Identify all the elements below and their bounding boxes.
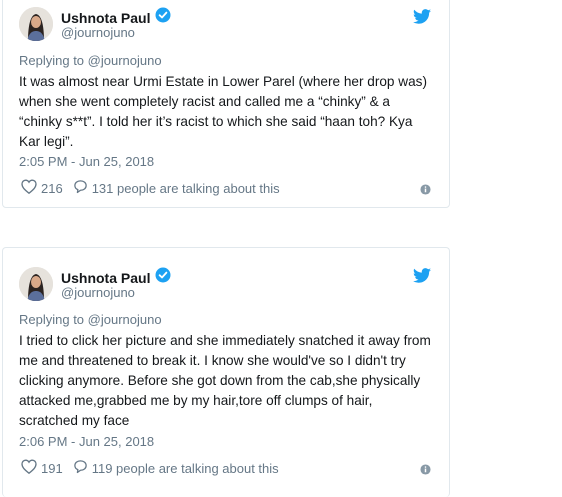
replying-to[interactable]: Replying to @journojuno [19,53,162,68]
twitter-bird-icon[interactable] [413,268,431,283]
heart-icon [21,459,37,477]
reply-bubble-icon [73,179,88,197]
tweet-text: I tried to click her picture and she imm… [19,333,431,428]
avatar[interactable] [19,7,53,41]
tweet-card: Ushnota Paul @journojuno Replying to @jo… [2,0,450,208]
replying-to[interactable]: Replying to @journojuno [19,312,162,327]
info-icon[interactable] [420,463,431,475]
tweet-actions: 191 119 people are talking about this [21,459,431,477]
display-name[interactable]: Ushnota Paul [61,270,150,286]
info-icon[interactable] [420,183,431,195]
handle[interactable]: @journojuno [61,285,135,300]
tweet-actions: 216 131 people are talking about this [21,179,431,197]
reply-bubble-icon [73,459,88,477]
like-count: 216 [41,180,63,196]
like-button[interactable]: 191 [21,459,63,477]
timestamp[interactable]: 2:06 PM - Jun 25, 2018 [19,434,154,449]
talking-count: 119 people are talking about this [91,460,279,476]
conversation-link[interactable]: 131 people are talking about this [73,179,280,197]
timestamp[interactable]: 2:05 PM - Jun 25, 2018 [19,154,154,169]
heart-icon [21,179,37,197]
avatar[interactable] [19,267,53,301]
handle[interactable]: @journojuno [61,25,135,40]
conversation-link[interactable]: 119 people are talking about this [73,459,279,477]
twitter-bird-icon[interactable] [413,9,431,24]
display-name[interactable]: Ushnota Paul [61,10,150,26]
tweet-card: Ushnota Paul @journojuno Replying to @jo… [2,247,450,497]
verified-badge-icon [155,7,171,28]
like-button[interactable]: 216 [21,179,63,197]
verified-badge-icon [155,267,171,288]
talking-count: 131 people are talking about this [91,180,280,196]
like-count: 191 [41,460,63,476]
tweet-text: It was almost near Urmi Estate in Lower … [19,74,427,149]
